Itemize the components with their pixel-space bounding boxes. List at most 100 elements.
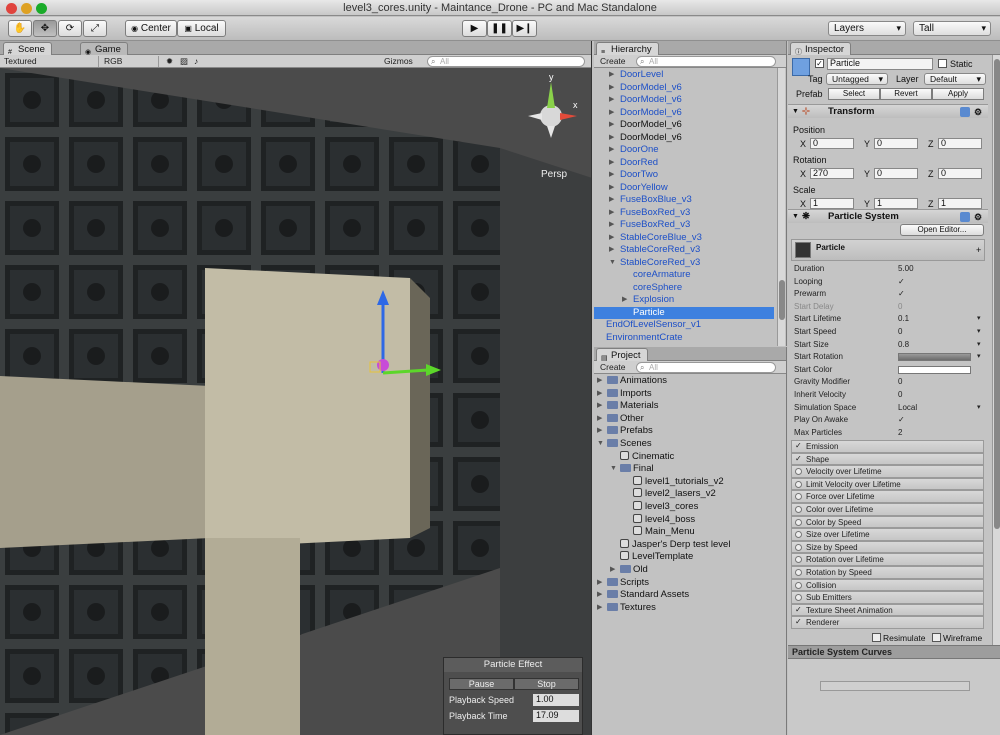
project-item[interactable]: ▼ Scenes bbox=[594, 438, 774, 451]
project-item[interactable]: level1_tutorials_v2 bbox=[594, 475, 774, 489]
ps-property-value[interactable]: 0.1 bbox=[898, 313, 909, 326]
hierarchy-item[interactable]: EnvironmentCrate bbox=[594, 332, 774, 345]
foldout-arrow-icon[interactable]: ▶ bbox=[597, 388, 602, 401]
gizmos-dropdown[interactable]: Gizmos bbox=[384, 56, 413, 67]
hierarchy-item[interactable]: ▶ DoorLevel bbox=[594, 69, 774, 82]
dropdown-arrow-icon[interactable]: ▾ bbox=[977, 326, 981, 339]
move-tool-button[interactable]: ✥ bbox=[33, 20, 57, 37]
dropdown-arrow-icon[interactable]: ▾ bbox=[977, 402, 981, 415]
layout-dropdown[interactable]: Tall bbox=[913, 21, 991, 36]
wireframe-checkbox[interactable] bbox=[932, 633, 941, 642]
project-item[interactable]: ▶ Scripts bbox=[594, 577, 774, 590]
hierarchy-item[interactable]: ▶ DoorModel_v6 bbox=[594, 107, 774, 120]
hierarchy-item[interactable]: ▶ FuseBoxBlue_v3 bbox=[594, 194, 774, 207]
module-toggle-checkbox[interactable] bbox=[795, 569, 802, 576]
rotation-z-field[interactable]: 0 bbox=[938, 168, 982, 179]
project-item[interactable]: ▶ Other bbox=[594, 413, 774, 426]
ps-module-row[interactable]: Size by Speed bbox=[791, 540, 984, 554]
hierarchy-item[interactable]: coreSphere bbox=[594, 282, 774, 295]
hierarchy-search-input[interactable]: All bbox=[636, 56, 776, 67]
ps-property-value[interactable]: 0 bbox=[898, 376, 902, 389]
position-z-field[interactable]: 0 bbox=[938, 138, 982, 149]
module-toggle-checkbox[interactable] bbox=[795, 506, 802, 513]
hierarchy-item[interactable]: ▶ DoorModel_v6 bbox=[594, 94, 774, 107]
project-item[interactable]: ▶ Prefabs bbox=[594, 425, 774, 438]
hierarchy-item[interactable]: Particle bbox=[594, 306, 774, 319]
project-item[interactable]: ▼ Final bbox=[594, 463, 774, 476]
ps-module-row[interactable]: Color by Speed bbox=[791, 515, 984, 529]
ps-property-row[interactable]: Looping ✓ bbox=[794, 276, 984, 289]
project-item[interactable]: ▶ Materials bbox=[594, 400, 774, 413]
module-toggle-checkbox[interactable] bbox=[795, 531, 802, 539]
particle-pause-button[interactable]: Pause bbox=[449, 678, 514, 690]
foldout-arrow-icon[interactable]: ▼ bbox=[609, 257, 616, 270]
foldout-arrow-icon[interactable]: ▶ bbox=[609, 169, 614, 182]
foldout-arrow-icon[interactable]: ▶ bbox=[597, 375, 602, 388]
help-icon[interactable] bbox=[960, 107, 970, 117]
ps-property-row[interactable]: Start Lifetime 0.1 ▾ bbox=[794, 313, 984, 326]
module-toggle-checkbox[interactable] bbox=[795, 468, 802, 476]
scene-viewport[interactable]: y x Persp bbox=[0, 68, 592, 735]
foldout-arrow-icon[interactable]: ▶ bbox=[609, 94, 614, 107]
project-item[interactable]: Cinematic bbox=[594, 450, 774, 464]
project-item[interactable]: Jasper's Derp test level bbox=[594, 538, 774, 552]
hierarchy-item[interactable]: ▶ DoorModel_v6 bbox=[594, 119, 774, 132]
ps-property-row[interactable]: Start Size 0.8 ▾ bbox=[794, 339, 984, 352]
ps-property-value[interactable]: 0 bbox=[898, 301, 902, 314]
playback-speed-field[interactable]: 1.00 bbox=[533, 694, 579, 706]
ps-property-value[interactable]: 0 bbox=[898, 326, 902, 339]
help-icon[interactable] bbox=[960, 212, 970, 222]
project-create-dropdown[interactable]: Create bbox=[600, 362, 626, 373]
hierarchy-item[interactable]: ▶ DoorRed bbox=[594, 157, 774, 170]
inspector-scroll-thumb[interactable] bbox=[994, 59, 1000, 529]
project-item[interactable]: ▶ Imports bbox=[594, 388, 774, 401]
ps-module-row[interactable]: Rotation by Speed bbox=[791, 566, 984, 579]
scale-z-field[interactable]: 1 bbox=[938, 198, 982, 209]
project-item[interactable]: level2_lasers_v2 bbox=[594, 488, 774, 501]
ps-module-row[interactable]: ✓ Shape bbox=[791, 452, 984, 466]
ps-module-row[interactable]: Rotation over Lifetime bbox=[791, 553, 984, 566]
add-module-icon[interactable]: + bbox=[976, 245, 981, 255]
hierarchy-item[interactable]: ▶ DoorTwo bbox=[594, 169, 774, 182]
hierarchy-item[interactable]: ▼ StableCoreRed_v3 bbox=[594, 257, 774, 270]
project-search-input[interactable]: All bbox=[636, 362, 776, 373]
start-color-swatch[interactable] bbox=[898, 365, 971, 374]
foldout-arrow-icon[interactable]: ▶ bbox=[609, 207, 614, 220]
foldout-arrow-icon[interactable]: ▶ bbox=[609, 132, 614, 145]
foldout-arrow-icon[interactable]: ▶ bbox=[609, 219, 614, 232]
ps-module-row[interactable]: Sub Emitters bbox=[791, 591, 984, 604]
foldout-arrow-icon[interactable]: ▶ bbox=[609, 107, 614, 120]
ps-property-row[interactable]: Max Particles 2 bbox=[794, 427, 984, 440]
project-item[interactable]: level4_boss bbox=[594, 513, 774, 527]
hierarchy-item[interactable]: ▶ Explosion bbox=[594, 294, 774, 307]
shading-dropdown[interactable]: Textured bbox=[4, 56, 99, 67]
audio-toggle-icon[interactable]: ♪ bbox=[194, 56, 198, 67]
project-item[interactable]: ▶ Textures bbox=[594, 602, 774, 615]
foldout-arrow-icon[interactable]: ▶ bbox=[609, 194, 614, 207]
ps-property-value[interactable]: 0 bbox=[898, 389, 902, 402]
position-x-field[interactable]: 0 bbox=[810, 138, 854, 149]
ps-property-row[interactable]: Prewarm ✓ bbox=[794, 288, 984, 301]
module-toggle-checkbox[interactable] bbox=[795, 556, 802, 564]
module-enabled-check-icon[interactable]: ✓ bbox=[795, 440, 802, 451]
ps-property-row[interactable]: Duration 5.00 bbox=[794, 263, 984, 276]
hierarchy-item[interactable]: ▶ StableCoreRed_v3 bbox=[594, 244, 774, 257]
module-enabled-check-icon[interactable]: ✓ bbox=[795, 604, 802, 615]
ps-property-value[interactable]: 5.00 bbox=[898, 263, 914, 276]
ps-property-value[interactable]: 0.8 bbox=[898, 339, 909, 352]
ps-module-row[interactable]: ✓ Texture Sheet Animation bbox=[791, 603, 984, 617]
project-item[interactable]: level3_cores bbox=[594, 501, 774, 514]
settings-gear-icon[interactable]: ⚙ bbox=[974, 105, 982, 119]
hierarchy-item[interactable]: ▶ StableCoreBlue_v3 bbox=[594, 232, 774, 245]
rotation-y-field[interactable]: 0 bbox=[874, 168, 918, 179]
prefab-revert-button[interactable]: Revert bbox=[880, 88, 932, 100]
dropdown-arrow-icon[interactable]: ▾ bbox=[977, 313, 981, 326]
hierarchy-item[interactable]: ▶ DoorYellow bbox=[594, 182, 774, 195]
active-checkbox[interactable]: ✓ bbox=[815, 59, 824, 68]
ps-property-row[interactable]: Inherit Velocity 0 bbox=[794, 389, 984, 402]
module-toggle-checkbox[interactable] bbox=[795, 480, 802, 488]
tab-game[interactable]: ◉ Game bbox=[80, 42, 128, 56]
foldout-arrow-icon[interactable]: ▶ bbox=[609, 69, 614, 82]
pivot-local-button[interactable]: ▣ Local bbox=[177, 20, 226, 37]
minimize-window-button[interactable] bbox=[21, 3, 32, 14]
